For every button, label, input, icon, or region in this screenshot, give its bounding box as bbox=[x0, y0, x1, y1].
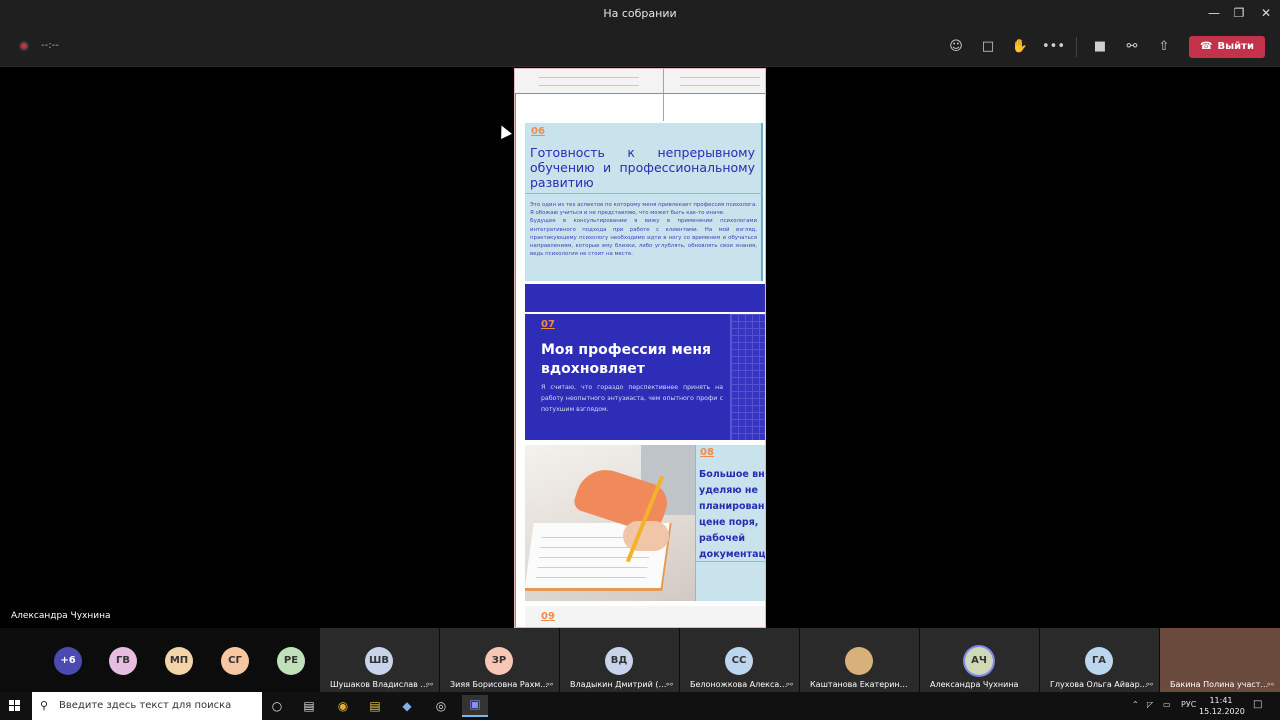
section-divider bbox=[695, 445, 696, 601]
file-explorer-icon[interactable]: ▤ bbox=[366, 697, 384, 715]
mic-muted-icon: ⚯ bbox=[546, 680, 553, 689]
app-icon[interactable]: ◆ bbox=[398, 697, 416, 715]
participant-name: Каштанова Екатерина Ви... bbox=[810, 680, 910, 689]
participant-avatar-speaking: АЧ bbox=[965, 647, 993, 675]
decorative-band bbox=[525, 284, 765, 312]
participant-tile[interactable]: Каштанова Екатерина Ви... bbox=[800, 628, 919, 692]
section-divider bbox=[695, 561, 765, 562]
participant-avatar: ВД bbox=[605, 647, 633, 675]
participant-avatar: ЗР bbox=[485, 647, 513, 675]
app-icon[interactable]: ◎ bbox=[432, 697, 450, 715]
section-number: 06 bbox=[531, 126, 545, 137]
mic-muted-icon: ⚯ bbox=[786, 680, 793, 689]
section-divider bbox=[525, 193, 763, 194]
window-title: На собрании bbox=[603, 7, 677, 20]
participant-name: Белоножкова Алексан... bbox=[690, 680, 790, 689]
participant-name: Зияя Борисовна Рахм... bbox=[450, 680, 548, 689]
section-08: 08 Большое вни уделяю не планировани цен… bbox=[525, 445, 765, 601]
participant-avatar[interactable]: ГВ bbox=[109, 647, 137, 675]
meeting-toolbar: --:-- ☺ □ ✋ ••• ■ ⚯ ⇧ ☎ Выйти bbox=[0, 27, 1280, 67]
document-header-lines bbox=[515, 69, 765, 93]
presenter-name: Александра Чухнина bbox=[11, 611, 111, 621]
tray-display-icon[interactable]: ▭ bbox=[1163, 700, 1171, 709]
participant-name: Бакина Полина участ... bbox=[1170, 680, 1269, 689]
chrome-icon[interactable]: ◉ bbox=[334, 697, 352, 715]
leave-button[interactable]: ☎ Выйти bbox=[1189, 36, 1265, 58]
shared-document[interactable]: 06 Готовность к непрерывному обучению и … bbox=[514, 68, 766, 628]
cortana-icon[interactable]: ○ bbox=[268, 697, 286, 715]
window-title-bar: На собрании — ❐ ✕ bbox=[0, 0, 1280, 27]
writing-photo bbox=[525, 445, 695, 601]
participant-photo-avatar bbox=[845, 647, 873, 675]
system-clock[interactable]: 11:41 15.12.2020 bbox=[1199, 695, 1245, 717]
tray-network-icon[interactable]: ◸ bbox=[1147, 700, 1153, 709]
camera-off-icon[interactable]: ■ bbox=[1090, 37, 1110, 57]
participant-video-tile[interactable]: Бакина Полина участ... ⚯ bbox=[1160, 628, 1280, 692]
participant-name: Владыкин Дмитрий (г... bbox=[570, 680, 670, 689]
section-body: Я считаю, что гораздо перспективнее прин… bbox=[541, 384, 723, 413]
section-number: 08 bbox=[700, 447, 714, 458]
search-placeholder: Введите здесь текст для поиска bbox=[59, 700, 232, 711]
section-body: Это один из тех аспектов по которому мен… bbox=[530, 202, 757, 258]
mic-muted-icon: ⚯ bbox=[1146, 680, 1153, 689]
participants-strip: +6 ГВ МП СГ РЕ ШВ Шушаков Владислав ... … bbox=[0, 628, 1280, 692]
section-heading: Большое вни уделяю не планировани цене п… bbox=[699, 469, 766, 560]
mic-muted-icon: ⚯ bbox=[666, 680, 673, 689]
participant-name: Глухова Ольга Айвар... bbox=[1050, 680, 1148, 689]
leave-label: Выйти bbox=[1217, 41, 1254, 52]
recording-icon bbox=[19, 41, 29, 51]
search-icon: ⚲ bbox=[40, 699, 49, 712]
windows-taskbar: ⚲ Введите здесь текст для поиска ○ ▤ ◉ ▤… bbox=[0, 692, 1280, 720]
language-indicator[interactable]: РУС bbox=[1181, 700, 1196, 709]
task-view-icon[interactable]: ▤ bbox=[300, 697, 318, 715]
section-09: 09 bbox=[525, 606, 765, 627]
section-07: 07 Моя профессия меня вдохновляет Я счит… bbox=[525, 314, 765, 440]
start-button[interactable] bbox=[9, 700, 21, 712]
mic-muted-icon: ⚯ bbox=[426, 680, 433, 689]
grid-pattern bbox=[730, 314, 765, 440]
section-heading: Готовность к непрерывному обучению и про… bbox=[530, 145, 755, 190]
mouse-cursor-icon bbox=[496, 123, 512, 139]
clock-date: 15.12.2020 bbox=[1199, 707, 1245, 716]
participant-avatar[interactable]: РЕ bbox=[277, 647, 305, 675]
maximize-icon[interactable]: ❐ bbox=[1229, 4, 1249, 22]
section-number: 07 bbox=[541, 319, 555, 330]
participant-avatar: СС bbox=[725, 647, 753, 675]
close-icon[interactable]: ✕ bbox=[1256, 4, 1276, 22]
participant-tile[interactable]: ШВ Шушаков Владислав ... ⚯ bbox=[320, 628, 439, 692]
chat-icon[interactable]: □ bbox=[978, 37, 998, 57]
section-06: 06 Готовность к непрерывному обучению и … bbox=[525, 123, 763, 281]
teams-icon[interactable]: ▣ bbox=[462, 695, 488, 717]
section-number: 09 bbox=[541, 611, 555, 622]
mic-muted-icon: ⚯ bbox=[1267, 680, 1274, 689]
toolbar-divider bbox=[1076, 37, 1077, 57]
participant-avatar[interactable]: СГ bbox=[221, 647, 249, 675]
meeting-stage: 06 Готовность к непрерывному обучению и … bbox=[0, 68, 1280, 628]
clock-time: 11:41 bbox=[1209, 696, 1233, 705]
raise-hand-icon[interactable]: ✋ bbox=[1010, 37, 1030, 57]
phone-hangup-icon: ☎ bbox=[1200, 41, 1213, 52]
participant-name: Шушаков Владислав ... bbox=[330, 680, 429, 689]
tray-chevron-icon[interactable]: ⌃ bbox=[1132, 700, 1139, 709]
section-heading: Моя профессия меня вдохновляет bbox=[541, 342, 711, 377]
share-screen-icon[interactable]: ⇧ bbox=[1154, 37, 1174, 57]
participant-avatar: ГА bbox=[1085, 647, 1113, 675]
more-participants-button[interactable]: +6 bbox=[54, 647, 82, 675]
participant-avatar[interactable]: МП bbox=[165, 647, 193, 675]
participant-tile[interactable]: СС Белоножкова Алексан... ⚯ bbox=[680, 628, 799, 692]
mic-off-icon[interactable]: ⚯ bbox=[1122, 37, 1142, 57]
participant-tile[interactable]: ГА Глухова Ольга Айвар... ⚯ bbox=[1040, 628, 1159, 692]
participant-avatar: ШВ bbox=[365, 647, 393, 675]
minimize-icon[interactable]: — bbox=[1204, 4, 1224, 22]
participant-tile[interactable]: ЗР Зияя Борисовна Рахм... ⚯ bbox=[440, 628, 559, 692]
participant-tile[interactable]: АЧ Александра Чухнина bbox=[920, 628, 1039, 692]
meeting-timer: --:-- bbox=[41, 40, 59, 51]
participant-name: Александра Чухнина bbox=[930, 680, 1019, 689]
taskbar-search-input[interactable]: ⚲ Введите здесь текст для поиска bbox=[32, 692, 262, 720]
notifications-icon[interactable]: □ bbox=[1253, 699, 1262, 710]
participants-icon[interactable]: ☺ bbox=[946, 37, 966, 57]
participant-tile[interactable]: ВД Владыкин Дмитрий (г... ⚯ bbox=[560, 628, 679, 692]
more-actions-icon[interactable]: ••• bbox=[1042, 37, 1065, 57]
